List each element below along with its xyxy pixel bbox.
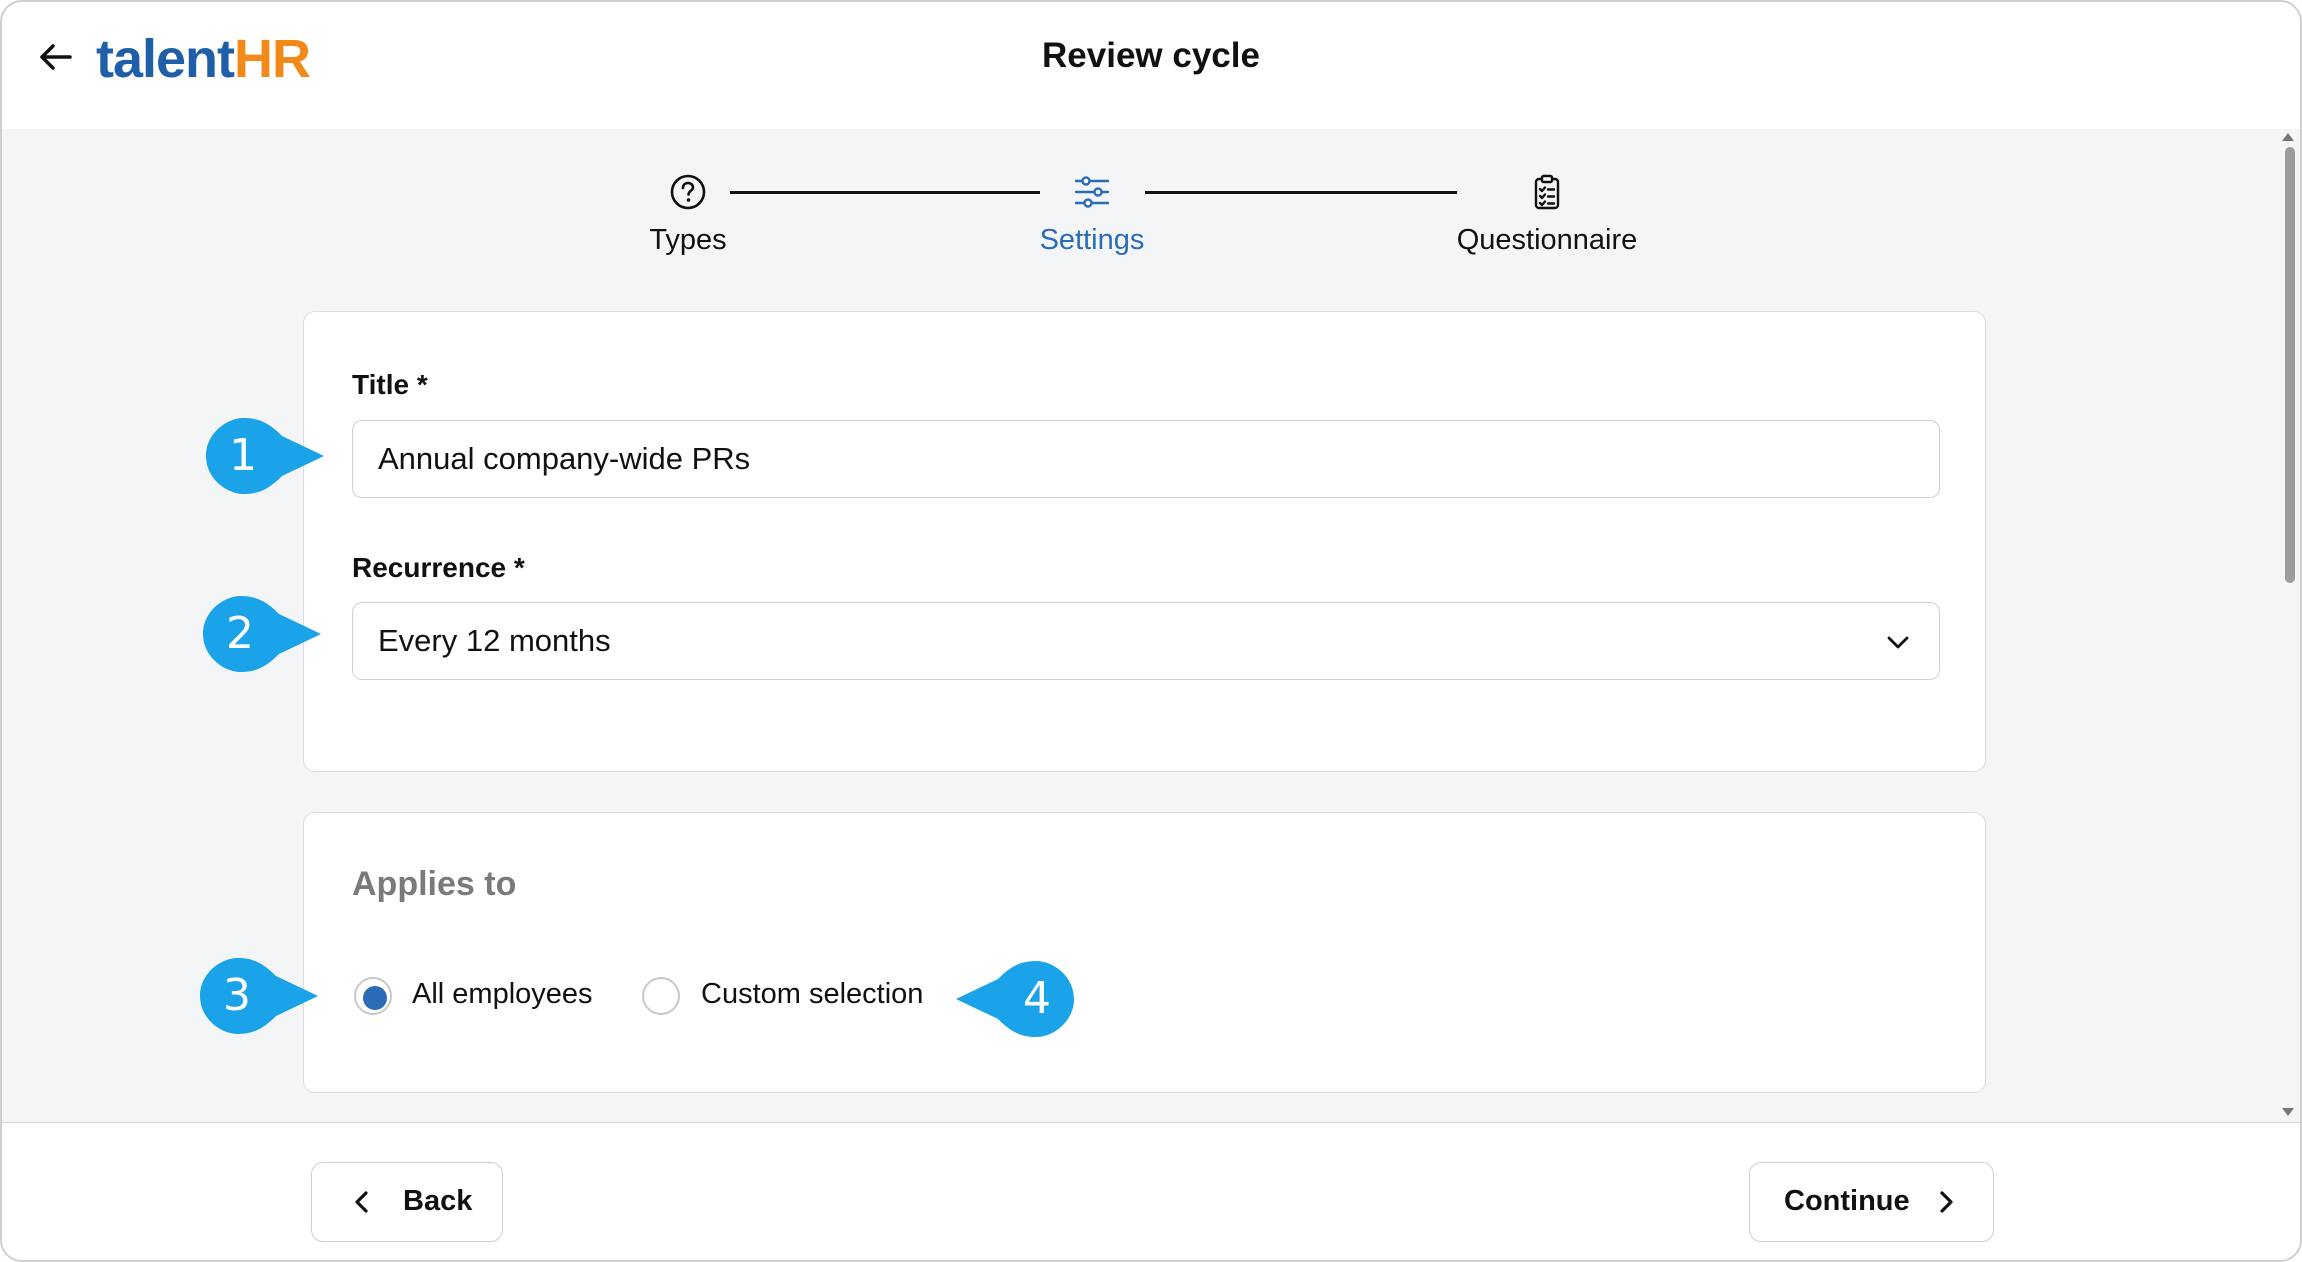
- recurrence-select-value: Every 12 months: [378, 623, 611, 658]
- callout-number: 3: [223, 970, 251, 1021]
- recurrence-label: Recurrence *: [352, 552, 525, 583]
- step-label-settings: Settings: [1039, 224, 1145, 256]
- step-label-questionnaire: Questionnaire: [1456, 224, 1638, 256]
- title-input-value: Annual company-wide PRs: [378, 441, 751, 476]
- title-label: Title *: [352, 369, 428, 400]
- app-window: talentHR Review cycle Types Settings Que…: [0, 0, 2302, 1262]
- callout-marker: 4: [946, 959, 1076, 1039]
- stepper-connector: [1145, 191, 1457, 194]
- chevron-left-icon: [355, 1191, 368, 1213]
- clipboard-checklist-icon: [1534, 174, 1560, 210]
- radio-all-employees[interactable]: [354, 977, 392, 1015]
- step-types[interactable]: Types: [638, 172, 738, 257]
- question-circle-icon: [670, 174, 706, 210]
- continue-button-label: Continue: [1784, 1185, 1910, 1217]
- back-button-label: Back: [403, 1185, 473, 1217]
- settings-card: Title * Annual company-wide PRs Recurren…: [303, 311, 1986, 772]
- step-label-types: Types: [649, 224, 727, 256]
- continue-button[interactable]: Continue: [1749, 1162, 1994, 1242]
- title-input[interactable]: Annual company-wide PRs: [352, 420, 1940, 498]
- applies-to-card: Applies to All employees Custom selectio…: [303, 812, 1986, 1093]
- sliders-icon: [1074, 176, 1110, 208]
- page-title: Review cycle: [1042, 36, 1260, 75]
- callout-marker: 3: [198, 956, 328, 1036]
- recurrence-select[interactable]: Every 12 months: [352, 602, 1940, 680]
- callout-number: 2: [226, 608, 254, 659]
- applies-to-heading: Applies to: [352, 865, 517, 903]
- step-questionnaire[interactable]: Questionnaire: [1442, 172, 1652, 257]
- scrollbar-thumb[interactable]: [2285, 147, 2295, 583]
- callout-marker: 1: [204, 416, 334, 496]
- step-settings[interactable]: Settings: [1032, 172, 1152, 257]
- radio-label-custom-selection[interactable]: Custom selection: [701, 978, 923, 1011]
- scroll-up-arrow[interactable]: [2282, 133, 2294, 141]
- callout-number: 1: [229, 430, 257, 481]
- radio-label-all-employees[interactable]: All employees: [412, 978, 593, 1011]
- stepper-connector: [730, 191, 1040, 194]
- back-button[interactable]: Back: [311, 1162, 503, 1242]
- callout-number: 4: [1023, 973, 1051, 1024]
- callout-marker: 2: [201, 594, 331, 674]
- scroll-down-arrow[interactable]: [2282, 1108, 2294, 1116]
- chevron-down-icon: [1887, 636, 1909, 649]
- chevron-right-icon: [1940, 1191, 1953, 1213]
- radio-custom-selection[interactable]: [642, 977, 680, 1015]
- app-header: talentHR Review cycle: [2, 2, 2300, 129]
- footer-bar: Back Continue: [2, 1122, 2300, 1260]
